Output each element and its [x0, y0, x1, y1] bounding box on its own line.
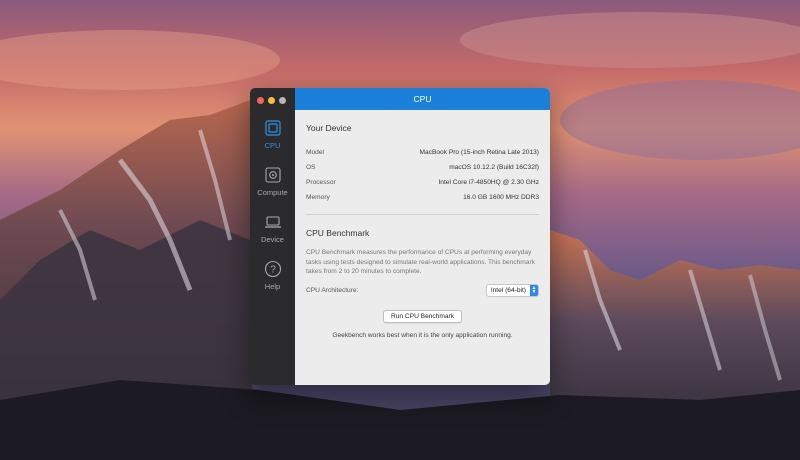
sidebar-item-label: Help: [264, 282, 281, 291]
row-key: Memory: [306, 194, 330, 201]
sidebar: CPU Compute Device ? Help: [250, 88, 295, 385]
cpu-icon: [264, 120, 281, 136]
benchmark-note: Geekbench works best when it is the only…: [332, 331, 513, 339]
geekbench-window: CPU Compute Device ? Help CPU Your Devic…: [250, 88, 550, 385]
sidebar-item-label: CPU: [264, 141, 281, 150]
device-row-memory: Memory 16.0 GB 1600 MHz DDR3: [306, 190, 539, 205]
sidebar-item-compute[interactable]: Compute: [250, 163, 295, 210]
sidebar-item-cpu[interactable]: CPU: [250, 116, 295, 163]
window-title: CPU: [295, 88, 550, 110]
window-controls: [257, 97, 286, 104]
row-key: Model: [306, 149, 324, 156]
row-key: Processor: [306, 179, 336, 186]
device-row-os: OS macOS 10.12.2 (Build 16C32f): [306, 160, 539, 175]
device-row-model: Model MacBook Pro (15-inch Retina Late 2…: [306, 145, 539, 160]
row-value: Intel Core i7-4850HQ @ 2.30 GHz: [438, 179, 539, 186]
sidebar-item-label: Compute: [257, 188, 288, 197]
zoom-button[interactable]: [279, 97, 286, 104]
row-value: macOS 10.12.2 (Build 16C32f): [449, 164, 539, 171]
device-row-processor: Processor Intel Core i7-4850HQ @ 2.30 GH…: [306, 175, 539, 190]
help-icon: ?: [264, 260, 281, 278]
benchmark-heading: CPU Benchmark: [306, 228, 370, 238]
updown-chevron-icon: ▲ ▼: [530, 284, 538, 296]
row-value: MacBook Pro (15-inch Retina Late 2013): [419, 149, 540, 156]
main-content: CPU Your Device Model MacBook Pro (15-in…: [295, 88, 550, 385]
run-cpu-benchmark-button[interactable]: Run CPU Benchmark: [382, 309, 463, 323]
sidebar-item-help[interactable]: ? Help: [250, 257, 295, 304]
sidebar-item-device[interactable]: Device: [250, 210, 295, 257]
row-value: 16.0 GB 1600 MHz DDR3: [463, 194, 539, 201]
svg-text:?: ?: [270, 265, 276, 276]
section-divider: [306, 214, 539, 215]
architecture-label: CPU Architecture:: [306, 286, 359, 294]
row-key: OS: [306, 164, 316, 171]
benchmark-description: CPU Benchmark measures the performance o…: [306, 249, 535, 275]
sidebar-nav: CPU Compute Device ? Help: [250, 116, 295, 304]
sidebar-item-label: Device: [261, 235, 284, 244]
close-button[interactable]: [257, 97, 264, 104]
architecture-select[interactable]: Intel (64-bit) ▲ ▼: [485, 283, 539, 297]
cpu-panel: Your Device Model MacBook Pro (15-inch R…: [295, 110, 550, 339]
device-heading: Your Device: [306, 123, 352, 133]
architecture-value: Intel (64-bit): [490, 286, 526, 294]
compute-icon: [264, 167, 281, 183]
laptop-icon: [264, 216, 281, 228]
minimize-button[interactable]: [268, 97, 275, 104]
architecture-row: CPU Architecture: Intel (64-bit) ▲ ▼: [306, 283, 539, 297]
